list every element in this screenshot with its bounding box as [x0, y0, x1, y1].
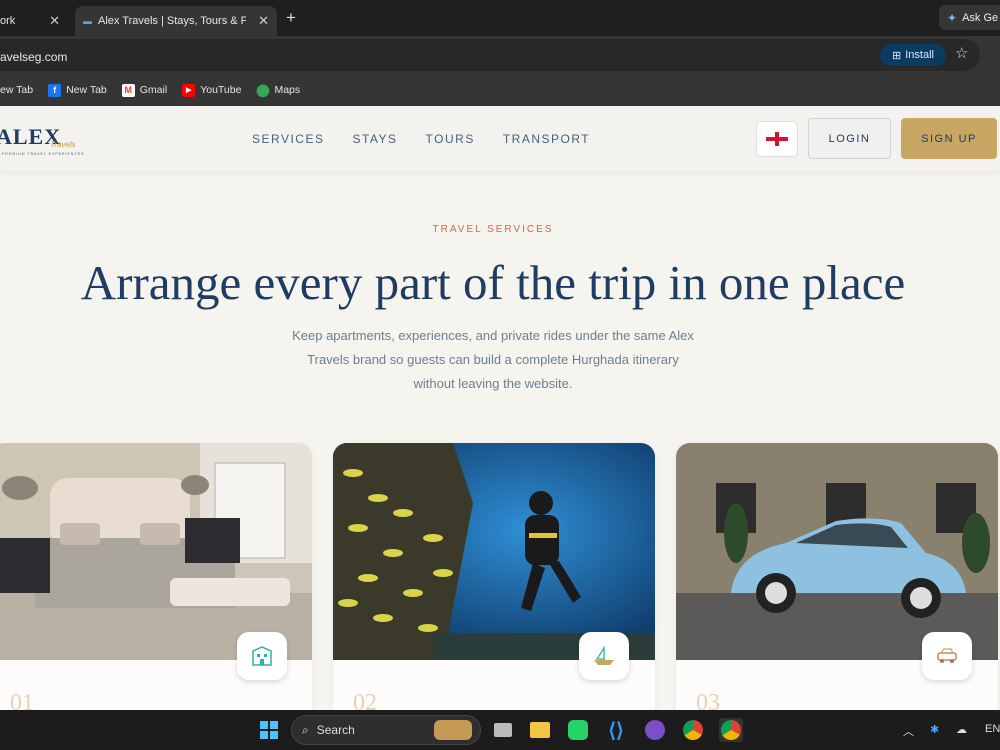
bookmark-label: Gmail — [139, 84, 168, 96]
main-nav: SERVICES STAYS TOURS TRANSPORT — [252, 132, 590, 146]
address-bar-row: avelseg.com ⊞ Install ☆ — [0, 36, 1000, 74]
language-indicator[interactable]: EN — [985, 723, 1000, 735]
nav-services[interactable]: SERVICES — [252, 132, 324, 146]
chrome-icon[interactable] — [681, 718, 705, 742]
youtube-icon: ▶ — [182, 83, 196, 97]
bookmark-label: New Tab — [66, 84, 107, 96]
taskbar-search[interactable]: ⌕ Search — [291, 715, 481, 745]
install-icon: ⊞ — [892, 49, 902, 62]
search-highlight-icon — [434, 720, 472, 740]
login-button[interactable]: LOGIN — [808, 118, 891, 159]
service-card-tours[interactable]: 02 — [333, 443, 655, 710]
address-bar[interactable]: avelseg.com — [0, 39, 980, 71]
browser-tab-active[interactable]: ▬ Alex Travels | Stays, Tours & Private … — [75, 6, 277, 36]
bookmark-item[interactable]: M Gmail — [121, 83, 168, 97]
nav-stays[interactable]: STAYS — [352, 132, 397, 146]
url-text[interactable]: avelseg.com — [0, 50, 67, 64]
close-icon[interactable]: ✕ — [258, 13, 269, 29]
car-icon — [922, 632, 972, 680]
card-number: 03 — [696, 690, 720, 710]
card-number: 02 — [353, 690, 377, 710]
bookmarks-bar: ew Tab f New Tab M Gmail ▶ YouTube ⬤ Map… — [0, 74, 1000, 106]
whatsapp-icon[interactable] — [566, 718, 590, 742]
bookmark-label: YouTube — [200, 84, 242, 96]
browser-tab-bar: ork ✕ ▬ Alex Travels | Stays, Tours & Pr… — [0, 0, 1000, 36]
windows-start-icon[interactable] — [257, 718, 281, 742]
nav-transport[interactable]: TRANSPORT — [503, 132, 590, 146]
bookmark-item[interactable]: ⬤ Maps — [256, 83, 301, 97]
browser-tab[interactable]: ork ✕ — [0, 6, 70, 36]
chrome-active-icon[interactable] — [719, 718, 743, 742]
service-card-stays[interactable]: 01 — [0, 443, 312, 710]
signup-button[interactable]: SIGN UP — [901, 118, 997, 159]
bookmark-star-icon[interactable]: ☆ — [955, 44, 968, 62]
install-label: Install — [905, 49, 934, 61]
service-card-transport[interactable]: 03 — [676, 443, 998, 710]
england-flag-icon — [766, 132, 788, 146]
bookmark-label: Maps — [274, 84, 301, 96]
bookmark-item[interactable]: f New Tab — [48, 83, 107, 97]
task-view-icon[interactable] — [491, 718, 515, 742]
ask-gemini-label: Ask Ge — [962, 11, 999, 24]
ask-gemini-button[interactable]: ✦ Ask Ge — [939, 5, 1000, 30]
card-number: 01 — [10, 690, 34, 710]
section-headline: Arrange every part of the trip in one pl… — [80, 255, 906, 310]
car-photo — [676, 443, 998, 660]
tab-title: Alex Travels | Stays, Tours & Private — [98, 15, 246, 27]
tab-title: ork — [0, 15, 16, 27]
os-taskbar: ⌕ Search ⟨⟩ ︿ ✱ ☁ EN — [0, 710, 1000, 750]
search-label: Search — [316, 723, 355, 737]
vscode-icon[interactable]: ⟨⟩ — [604, 718, 628, 742]
site-favicon-icon: ▬ — [83, 16, 92, 26]
diver-photo — [333, 443, 655, 660]
new-tab-button[interactable]: + — [286, 8, 296, 28]
bookmark-item[interactable]: ew Tab — [0, 84, 33, 96]
network-icon[interactable]: ☁ — [956, 723, 967, 736]
search-icon: ⌕ — [302, 722, 309, 737]
site-logo[interactable]: ALEX Travels PREMIUM TRAVEL EXPERIENCES — [0, 124, 86, 160]
gmail-icon: M — [121, 83, 135, 97]
facebook-icon: f — [48, 83, 62, 97]
bookmark-item[interactable]: ▶ YouTube — [182, 83, 242, 97]
tray-chevron-icon[interactable]: ︿ — [903, 723, 914, 739]
nav-tours[interactable]: TOURS — [426, 132, 475, 146]
logo-tagline: PREMIUM TRAVEL EXPERIENCES — [2, 152, 85, 156]
section-subtext: Keep apartments, experiences, and privat… — [292, 328, 694, 391]
github-icon[interactable] — [643, 718, 667, 742]
close-icon[interactable]: ✕ — [49, 13, 60, 29]
building-icon — [237, 632, 287, 680]
boat-icon — [579, 632, 629, 680]
file-explorer-icon[interactable] — [528, 718, 552, 742]
site-header: ALEX Travels PREMIUM TRAVEL EXPERIENCES … — [0, 106, 1000, 171]
website-viewport: ALEX Travels PREMIUM TRAVEL EXPERIENCES … — [0, 106, 1000, 710]
logo-script: Travels — [50, 140, 76, 149]
install-app-button[interactable]: ⊞ Install — [880, 44, 946, 66]
maps-icon: ⬤ — [256, 83, 270, 97]
bedroom-photo — [0, 443, 312, 660]
bookmark-label: ew Tab — [0, 84, 34, 96]
gemini-icon: ✦ — [947, 10, 958, 25]
bluetooth-icon[interactable]: ✱ — [930, 723, 939, 736]
language-selector[interactable] — [756, 121, 798, 157]
section-eyebrow: TRAVEL SERVICES — [432, 224, 554, 235]
